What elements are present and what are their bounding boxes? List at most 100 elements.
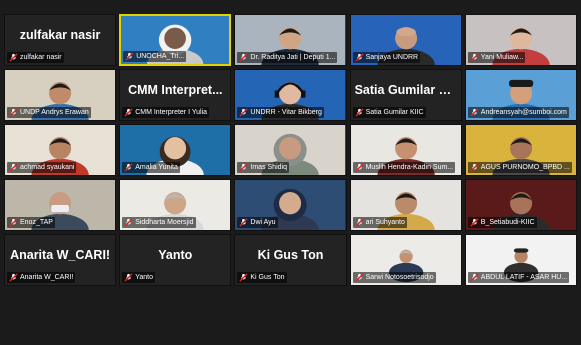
- mic-muted-icon: [9, 218, 18, 227]
- participant-name-label: Imas Shidiq: [237, 162, 289, 173]
- participant-name: UNOCHA_Tri...: [136, 53, 185, 60]
- participant-name-label: Amalia Yunita: [122, 162, 180, 173]
- participant-tile[interactable]: UNDRR - Vitar Bikberg: [234, 69, 347, 121]
- participant-tile[interactable]: B_Setiabudi-KIIC: [464, 179, 577, 231]
- participant-name: Siddharta Moersjid: [135, 219, 194, 226]
- participant-display-name: Ki Gus Ton: [257, 248, 324, 262]
- participant-name: ABDUL LATIF - ASAR HU...: [480, 274, 568, 281]
- participant-tile[interactable]: Anarita W_CARI! Anarita W_CARI!: [4, 234, 117, 286]
- participant-name-label: Sanjaya UNDRR: [352, 52, 421, 63]
- participant-name: Muslih Hendra-Kadin Sum...: [365, 164, 454, 171]
- participant-display-name: Yanto: [158, 248, 193, 262]
- mic-muted-icon: [239, 273, 248, 282]
- participant-name: Ki Gus Ton: [250, 274, 285, 281]
- participant-tile[interactable]: Siddharta Moersjid: [119, 179, 232, 231]
- participant-name-label: UNDRR - Vitar Bikberg: [237, 107, 324, 118]
- mic-muted-icon: [125, 52, 134, 61]
- participant-tile[interactable]: Sanjaya UNDRR: [349, 14, 462, 66]
- participant-name-label: Enoz_TAP: [7, 217, 55, 228]
- mic-muted-icon: [355, 163, 364, 172]
- participant-name: UNDP Andrys Erawan: [20, 109, 89, 116]
- participant-tile[interactable]: zulfakar nasir zulfakar nasir: [4, 14, 117, 66]
- participant-name: Amalia Yunita: [135, 164, 178, 171]
- participant-tile[interactable]: Amalia Yunita: [119, 124, 232, 176]
- mic-muted-icon: [9, 273, 18, 282]
- participant-tile[interactable]: Ki Gus Ton Ki Gus Ton: [234, 234, 347, 286]
- mic-muted-icon: [470, 53, 479, 62]
- participant-tile[interactable]: Dr. Raditya Jati | Deputi 1...: [234, 14, 347, 66]
- participant-name-label: achmad syaukani: [7, 162, 77, 173]
- participant-name-label: ABDUL LATIF - ASAR HU...: [467, 272, 570, 283]
- mic-muted-icon: [124, 163, 133, 172]
- participant-name-label: CMM Interpreter I Yulia: [122, 107, 210, 118]
- mic-muted-icon: [9, 163, 18, 172]
- participant-tile[interactable]: ABDUL LATIF - ASAR HU...: [464, 234, 577, 286]
- participant-name-label: Ki Gus Ton: [237, 272, 287, 283]
- participant-name: Dwi Ayu: [250, 219, 276, 226]
- participant-tile[interactable]: Muslih Hendra-Kadin Sum...: [349, 124, 462, 176]
- mic-muted-icon: [239, 53, 248, 62]
- participant-tile[interactable]: Dwi Ayu: [234, 179, 347, 231]
- participant-name: Satia Gumilar KIIC: [365, 109, 424, 116]
- mic-muted-icon: [355, 218, 364, 227]
- mic-muted-icon: [470, 218, 479, 227]
- participant-name: Enoz_TAP: [20, 219, 53, 226]
- participant-name: zulfakar nasir: [20, 54, 62, 61]
- video-grid: zulfakar nasir zulfakar nasir UNOCHA_Tri..…: [4, 14, 577, 341]
- mic-muted-icon: [355, 273, 364, 282]
- participant-tile[interactable]: UNOCHA_Tri...: [119, 14, 232, 66]
- participant-tile[interactable]: CMM Interpret... CMM Interpreter I Yulia: [119, 69, 232, 121]
- participant-display-name: CMM Interpret...: [128, 83, 223, 97]
- mic-muted-icon: [124, 108, 133, 117]
- mic-muted-icon: [470, 163, 479, 172]
- participant-name-label: ari Suhyanto: [352, 217, 407, 228]
- participant-name: Dr. Raditya Jati | Deputi 1...: [250, 54, 336, 61]
- participant-display-name: Anarita W_CARI!: [10, 248, 111, 262]
- mic-muted-icon: [239, 108, 248, 117]
- participant-name-label: UNOCHA_Tri...: [123, 51, 187, 62]
- participant-name: achmad syaukani: [20, 164, 75, 171]
- mic-muted-icon: [124, 273, 133, 282]
- participant-tile[interactable]: AGUS PURNOMO_BPBD ...: [464, 124, 577, 176]
- mic-muted-icon: [355, 53, 364, 62]
- mic-muted-icon: [355, 108, 364, 117]
- participant-tile[interactable]: UNDP Andrys Erawan: [4, 69, 117, 121]
- participant-name-label: UNDP Andrys Erawan: [7, 107, 91, 118]
- participant-tile[interactable]: Yani Muliaw...: [464, 14, 577, 66]
- participant-tile[interactable]: Sarwi Notosoetrisodjo: [349, 234, 462, 286]
- participant-name-label: Satia Gumilar KIIC: [352, 107, 426, 118]
- participant-name: Sarwi Notosoetrisodjo: [365, 274, 434, 281]
- participant-name: Imas Shidiq: [250, 164, 287, 171]
- participant-tile[interactable]: achmad syaukani: [4, 124, 117, 176]
- participant-name-label: Dr. Raditya Jati | Deputi 1...: [237, 52, 338, 63]
- participant-name-label: Yani Muliaw...: [467, 52, 526, 63]
- mic-muted-icon: [239, 218, 248, 227]
- participant-name: CMM Interpreter I Yulia: [135, 109, 208, 116]
- participant-name-label: Andreansyah@sumboi.com: [467, 107, 569, 118]
- participant-tile[interactable]: Andreansyah@sumboi.com: [464, 69, 577, 121]
- participant-display-name: zulfakar nasir: [19, 28, 101, 42]
- participant-tile[interactable]: Enoz_TAP: [4, 179, 117, 231]
- participant-tile[interactable]: Yanto Yanto: [119, 234, 232, 286]
- mic-muted-icon: [9, 53, 18, 62]
- participant-name: Sanjaya UNDRR: [365, 54, 419, 61]
- participant-tile[interactable]: ari Suhyanto: [349, 179, 462, 231]
- participant-name: Anarita W_CARI!: [20, 274, 74, 281]
- participant-name: UNDRR - Vitar Bikberg: [250, 109, 322, 116]
- participant-name-label: Siddharta Moersjid: [122, 217, 196, 228]
- participant-name: Andreansyah@sumboi.com: [480, 109, 567, 116]
- participant-display-name: Satia Gumilar K...: [354, 83, 459, 97]
- mic-muted-icon: [470, 273, 479, 282]
- mic-muted-icon: [470, 108, 479, 117]
- participant-name: Yanto: [135, 274, 153, 281]
- participant-name: AGUS PURNOMO_BPBD ...: [480, 164, 570, 171]
- mic-muted-icon: [124, 218, 133, 227]
- participant-name-label: Anarita W_CARI!: [7, 272, 76, 283]
- participant-name-label: Yanto: [122, 272, 155, 283]
- participant-tile[interactable]: Satia Gumilar K... Satia Gumilar KIIC: [349, 69, 462, 121]
- participant-name: B_Setiabudi-KIIC: [480, 219, 535, 226]
- participant-name: ari Suhyanto: [365, 219, 405, 226]
- mic-muted-icon: [239, 163, 248, 172]
- participant-name-label: Dwi Ayu: [237, 217, 278, 228]
- participant-tile[interactable]: Imas Shidiq: [234, 124, 347, 176]
